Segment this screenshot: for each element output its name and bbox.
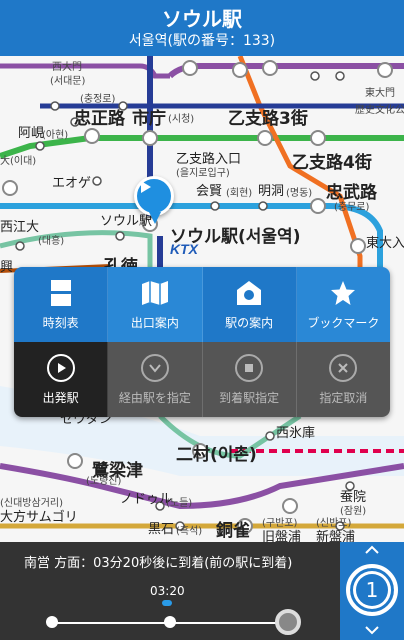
arrival-station-button[interactable]: 到着駅指定 [202, 342, 297, 417]
station-label: 西大門 [52, 62, 82, 73]
station-label: 西江大 [0, 220, 40, 235]
cancel-selection-label: 指定取消 [319, 391, 368, 405]
departure-station-button[interactable]: 出発駅 [14, 342, 109, 417]
via-station-label: 経由駅を指定 [118, 391, 191, 405]
station-label: (노들) [166, 498, 193, 509]
station-label: 大(이대) [0, 156, 37, 167]
station-label: (시청) [168, 114, 195, 125]
station-label: エオゲ [52, 176, 92, 191]
station-label: 阿峴 [18, 126, 45, 141]
chevron-down-icon [140, 354, 169, 382]
station-label: ノドゥル [120, 492, 173, 507]
chevron-up-icon [365, 545, 379, 554]
location-pin[interactable] [134, 176, 174, 216]
station-label: 歴史文化公 [355, 105, 404, 116]
station-label: (흑석) [176, 526, 203, 537]
station-label: 大方サムゴリ [0, 510, 78, 525]
arrival-station-label: 到着駅指定 [219, 391, 280, 405]
exit-info-button[interactable]: 出口案内 [108, 267, 203, 342]
station-label: 旧盤浦 [262, 530, 302, 542]
timetable-label: 時刻表 [42, 316, 79, 330]
station-label: (대흥) [38, 236, 65, 247]
timetable-button[interactable]: 時刻表 [14, 267, 109, 342]
train-position-indicator [162, 600, 172, 606]
station-label: (노량진) [86, 476, 122, 487]
station-label: (을지로입구) [176, 168, 230, 179]
station-popup-menu: 時刻表 出口案内 駅の案内 ブックマーク 出発駅 経由駅を指定 到着駅指定 指定… [14, 267, 390, 417]
exit-info-label: 出口案内 [130, 316, 179, 330]
chevron-down-icon [365, 626, 379, 635]
station-label: (잠원) [340, 506, 367, 517]
next-train-button[interactable] [340, 622, 404, 638]
station-label: 銅雀 [216, 521, 250, 541]
page-title: ソウル駅 [162, 6, 242, 31]
train-number[interactable]: 1 [346, 564, 398, 616]
header: ソウル駅 서울역(駅の番号：133) [0, 0, 404, 56]
station-label: 明洞 [258, 184, 285, 199]
progress-handle[interactable] [275, 609, 301, 635]
bookmark-label: ブックマーク [307, 316, 380, 330]
station-info-button[interactable]: 駅の案内 [202, 267, 297, 342]
station-label: 会賢 [196, 184, 223, 199]
station-label: 黒石 [148, 522, 175, 537]
departure-station-label: 出発駅 [42, 391, 79, 405]
play-icon [141, 181, 151, 193]
progress-dot[interactable] [46, 616, 58, 628]
station-label: (서대문) [50, 76, 86, 87]
arrival-time: 03:20 [150, 584, 185, 598]
location-pin-tail [149, 212, 161, 224]
progress-dot[interactable] [164, 616, 176, 628]
close-icon [329, 354, 358, 382]
station-label: 興 [0, 260, 14, 275]
arrival-info-text: 南営 方面：03分20秒後に到着(前の駅に到着) [24, 556, 293, 571]
page-subtitle: 서울역(駅の番号：133) [128, 32, 276, 49]
station-label: 東大入 [366, 236, 404, 251]
current-station-label: ソウル駅(서울역) [170, 227, 301, 247]
stop-icon [235, 354, 264, 382]
station-info-label: 駅の案内 [225, 316, 274, 330]
station-label: (아현) [42, 130, 69, 141]
station-label: 市庁 [132, 109, 166, 129]
station-label: (회현) [226, 188, 253, 199]
station-label: 二村(이촌) [176, 445, 257, 465]
via-station-button[interactable]: 経由駅を指定 [108, 342, 203, 417]
train-selector: 1 [340, 542, 404, 640]
station-label: 新盤浦 [316, 530, 356, 542]
timetable-icon [50, 280, 71, 306]
map-icon [141, 281, 168, 305]
station-label: 乙支路4街 [292, 153, 372, 173]
cancel-selection-button[interactable]: 指定取消 [296, 342, 390, 417]
station-label: 東大門 [365, 88, 395, 99]
previous-train-button[interactable] [340, 542, 404, 558]
bookmark-button[interactable]: ブックマーク [296, 267, 390, 342]
star-icon [331, 281, 356, 305]
station-label: 西氷庫 [276, 426, 316, 441]
station-label: (충정로) [80, 94, 116, 105]
play-icon [46, 354, 75, 382]
station-label: (명동) [286, 188, 313, 199]
station-label: (충무로) [334, 202, 370, 213]
station-label: 乙支路3街 [228, 109, 308, 129]
station-label: 忠正路 [74, 109, 125, 129]
station-info-icon [237, 281, 262, 305]
